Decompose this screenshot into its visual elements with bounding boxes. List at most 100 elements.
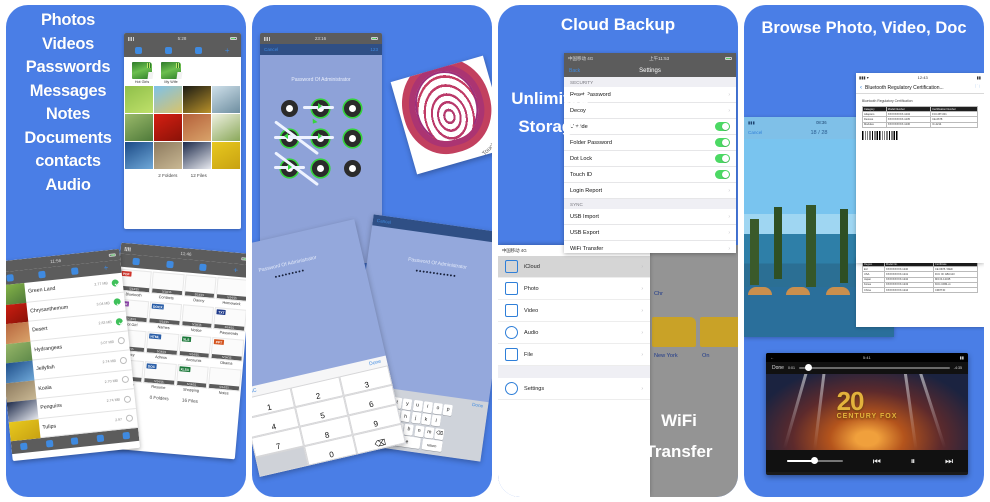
document-cell[interactable]: 5/14/15 Notice [180,304,215,336]
pattern-dot[interactable] [337,123,368,153]
keyboard-key-h[interactable]: h [400,410,411,423]
toggle-switch[interactable] [715,122,730,131]
sidebar-item-file[interactable]: File › [498,344,650,366]
photo-thumbnail[interactable] [212,142,240,169]
keyboard-key-n[interactable]: n [413,425,425,438]
video-frame[interactable]: 20 CENTURY FOX [766,374,968,450]
file-checkbox[interactable] [111,278,120,287]
keyboard-key-o[interactable]: o [432,402,444,415]
settings-row[interactable]: Login Report › [564,183,736,199]
keyboard-key-k[interactable]: k [420,413,432,426]
photo-thumbnail[interactable] [154,86,182,113]
numeric-keypad[interactable]: ABC Done 12ABC3DEF4GHI5JKL6MNO7PQRS8TUV9… [252,355,406,477]
sidebar-item-settings[interactable]: Settings › [498,378,650,400]
photo-thumbnail[interactable] [183,114,211,141]
scrub-handle[interactable] [804,364,812,372]
back-icon[interactable] [132,257,141,266]
photo-thumbnail[interactable] [183,86,211,113]
share-icon[interactable] [70,267,79,275]
pattern-dot[interactable] [337,153,368,183]
settings-row[interactable]: USB Import › [564,209,736,225]
file-checkbox[interactable] [119,356,128,365]
document-cell[interactable]: DOC 5/14/15 Resume [142,361,177,393]
keyboard-key-m[interactable]: m [424,426,435,439]
copy-icon[interactable] [71,437,79,445]
add-icon[interactable]: + [225,46,230,55]
back-button[interactable]: Back [569,68,580,74]
gallery-toolbar[interactable]: + [124,44,241,57]
pattern-dot[interactable] [274,93,305,123]
file-checkbox[interactable] [121,375,130,384]
sidebar-item-audio[interactable]: Audio › [498,322,650,344]
grid-icon[interactable] [199,263,208,272]
next-button[interactable]: ⏭ [945,456,953,467]
document-cell[interactable]: XLSX 5/14/15 Shopping [175,363,209,396]
photo-thumbnail[interactable] [154,114,182,141]
sidebar-item-list[interactable]: iCloud › Photo › Video › Audio › File › Settings › [498,256,650,400]
numeric-toggle-button[interactable]: 123 [370,47,378,52]
back-icon[interactable] [135,47,143,54]
cancel-button[interactable]: Cancel [377,218,392,225]
toggle-switch[interactable] [715,138,730,147]
back-icon[interactable]: ← [770,355,774,360]
pause-button[interactable]: ⏸ [911,456,916,467]
sidebar-item-video[interactable]: Video › [498,300,650,322]
file-checkbox[interactable] [117,337,126,345]
video-controls[interactable]: ⏮ ⏸ ⏭ [766,450,968,472]
back-chevron-icon[interactable]: ‹ [860,85,862,91]
keyboard-key-l[interactable]: l [430,414,442,427]
settings-row[interactable]: Dot Lock [564,151,736,167]
back-icon[interactable] [6,274,14,282]
add-icon[interactable]: + [233,265,238,274]
select-icon[interactable] [166,260,174,269]
photo-thumbnail[interactable] [183,142,211,169]
folder-icon[interactable]: 🗀 [975,84,980,92]
file-checkbox[interactable] [113,298,122,306]
photo-thumbnail[interactable] [154,142,182,169]
add-icon[interactable]: + [103,263,109,272]
scrub-track[interactable] [798,364,950,372]
document-cell[interactable]: 5/14/15 Notes [207,366,242,399]
photo-thumbnail[interactable] [212,114,240,141]
cancel-button[interactable]: Cancel [264,47,278,52]
video-scrub-bar[interactable]: Done 0:01 -4:35 [766,362,968,374]
document-cell[interactable]: PPT 5/14/15 Obama [210,336,245,369]
settings-row[interactable]: USB Export › [564,225,736,241]
toggle-switch[interactable] [715,154,730,163]
file-checkbox[interactable] [115,317,124,326]
grid-icon[interactable] [195,47,203,54]
document-cell[interactable]: 5/14/15 Danny [183,274,217,306]
sidebar-item-photo[interactable]: Photo › [498,278,650,300]
pattern-dot-grid[interactable] [260,93,382,187]
return-key[interactable]: return [421,438,443,453]
keyboard-key-i[interactable]: i [422,400,433,413]
volume-slider[interactable] [786,457,843,465]
folder-item[interactable]: Hot Girls [131,62,153,84]
keyboard-key-y[interactable]: y [402,397,413,411]
document-cell[interactable]: TXT 5/14/15 Passwords [213,307,246,339]
settings-row[interactable]: WiFi Transfer › [564,241,736,253]
trash-icon[interactable] [20,442,28,451]
pattern-dot[interactable] [337,93,368,123]
toggle-switch[interactable] [715,170,730,179]
previous-button[interactable]: ⏮ [873,456,881,467]
photo-thumbnail[interactable] [212,86,240,113]
select-icon[interactable] [38,270,47,279]
export-icon[interactable] [96,434,105,443]
keyboard-key-j[interactable]: j [410,411,421,425]
document-cell[interactable]: XLS 5/14/15 Accounts [177,334,212,366]
sidebar-item-icloud[interactable]: iCloud › [498,256,650,278]
keyboard-key-p[interactable]: p [442,403,454,416]
keyboard-key-b[interactable]: b [403,423,415,436]
file-checkbox[interactable] [125,414,134,423]
move-icon[interactable] [45,439,54,448]
document-cell[interactable]: HTML 5/14/15 Adress [145,331,179,363]
document-cell[interactable]: DOCX 5/14/15 Names [147,301,182,333]
document-cell[interactable]: 5/14/15 Contacts [150,271,185,303]
select-icon[interactable] [165,47,173,54]
settings-row[interactable]: Touch ID [564,167,736,183]
cancel-button[interactable]: Cancel [748,127,762,139]
file-checkbox[interactable] [123,395,132,403]
keyboard-key-⌫[interactable]: ⌫ [434,427,445,441]
keyboard-key-u[interactable]: u [412,399,423,412]
